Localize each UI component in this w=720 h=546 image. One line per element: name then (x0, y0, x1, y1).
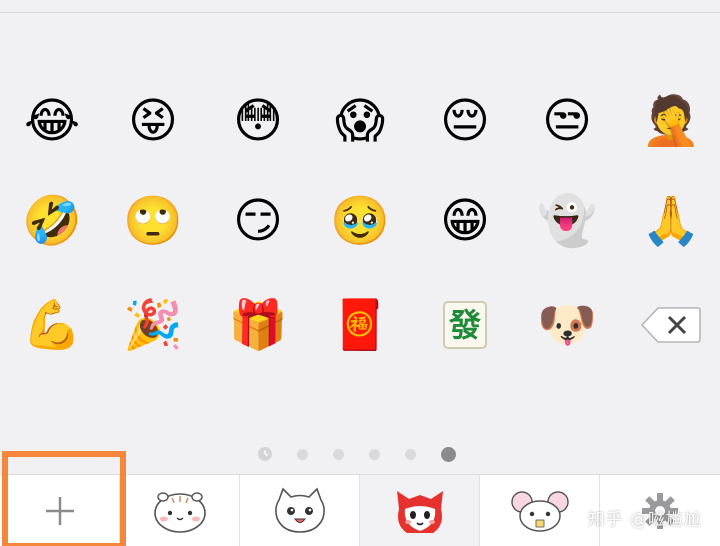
emoji-key[interactable]: 🧧 (320, 290, 400, 360)
emoji-row: 💪 🎉 🎁 🧧 發 🐶 (0, 290, 720, 360)
emoji-key[interactable]: 😱 (320, 86, 400, 156)
white-dog-icon: 🐶 (537, 297, 597, 353)
emoji-key[interactable]: 🤣 (12, 186, 92, 256)
emoji-key[interactable]: 🙏 (631, 186, 711, 256)
delete-button[interactable] (631, 290, 711, 360)
page-dot[interactable] (369, 448, 380, 460)
covering-face-laughing-icon: 🤣 (22, 193, 82, 249)
emoji-key[interactable]: 💪 (12, 290, 92, 360)
side-eye-smile-icon: 🙄 (123, 193, 183, 249)
emoji-key[interactable]: 👻 (527, 186, 607, 256)
ghost-icon: 👻 (537, 193, 597, 249)
pensive-face-icon: 😔 (439, 93, 491, 149)
mahjong-fa-tile-icon: 發 (442, 301, 487, 349)
add-sticker-button[interactable] (0, 475, 120, 546)
emoji-row: 🤣 🙄 😏 🥹 😁 👻 🙏 (0, 186, 720, 256)
page-dot-active[interactable] (441, 446, 456, 462)
party-popper-icon: 🎉 (123, 297, 183, 353)
emoji-key[interactable]: 😂 (12, 86, 92, 156)
sticker-tab-mouse[interactable] (480, 475, 600, 546)
flexed-biceps-icon: 💪 (22, 297, 82, 353)
sticker-tab-cat[interactable] (240, 475, 360, 546)
emoji-key[interactable]: 😝 (113, 86, 193, 156)
emoji-key[interactable]: 🎉 (113, 290, 193, 360)
face-with-tears-of-joy-icon: 😂 (23, 93, 81, 149)
sticker-pack-fox-icon (396, 491, 443, 533)
emoji-key[interactable]: 😒 (527, 86, 607, 156)
top-divider (0, 12, 720, 13)
emoji-key[interactable]: 😁 (425, 186, 505, 256)
page-indicator (258, 446, 481, 462)
squinting-face-with-tongue-icon: 😝 (127, 93, 179, 149)
sticker-tab-fox[interactable] (360, 475, 480, 546)
sticker-pack-hamster-icon (153, 492, 206, 533)
emoji-key[interactable]: 😔 (425, 86, 505, 156)
clock-icon (264, 450, 268, 457)
emoji-key[interactable]: 🥹 (320, 186, 400, 256)
page-dot[interactable] (333, 448, 344, 460)
emoji-key[interactable]: 🙄 (113, 186, 193, 256)
emoji-key[interactable]: 🤦 (631, 86, 711, 156)
recent-page-dot-clock-icon[interactable] (258, 447, 272, 461)
red-envelope-icon: 🧧 (330, 297, 390, 353)
emoji-key[interactable]: 😳 (218, 86, 298, 156)
watermark-text: 知乎 @嗞尴尬 (587, 510, 702, 530)
emoji-key[interactable]: 😏 (218, 186, 298, 256)
backspace-icon (640, 307, 701, 343)
page-dot[interactable] (297, 448, 308, 460)
emoji-key[interactable]: 🎁 (218, 290, 298, 360)
shy-face-icon: 🥹 (330, 193, 390, 249)
flushed-face-icon: 😳 (232, 93, 284, 149)
smirking-thinking-face-icon: 😏 (232, 193, 284, 249)
unamused-face-icon: 😒 (541, 93, 593, 149)
sticker-tab-hamster[interactable] (120, 475, 240, 546)
emoji-key[interactable]: 發 (425, 290, 505, 360)
face-screaming-in-fear-icon: 😱 (334, 93, 386, 149)
facepalm-face-icon: 🤦 (641, 93, 701, 149)
gift-icon: 🎁 (228, 297, 288, 353)
emoji-row: 😂 😝 😳 😱 😔 😒 🤦 (0, 86, 720, 156)
plus-icon (45, 497, 74, 525)
sticker-pack-mouse-icon (510, 491, 569, 532)
folded-hands-icon: 🙏 (641, 193, 701, 249)
sticker-pack-cat-icon (274, 487, 325, 533)
page-dot[interactable] (405, 448, 416, 460)
emoji-key[interactable]: 🐶 (527, 290, 607, 360)
peace-sign-face-icon: 😁 (439, 193, 491, 249)
